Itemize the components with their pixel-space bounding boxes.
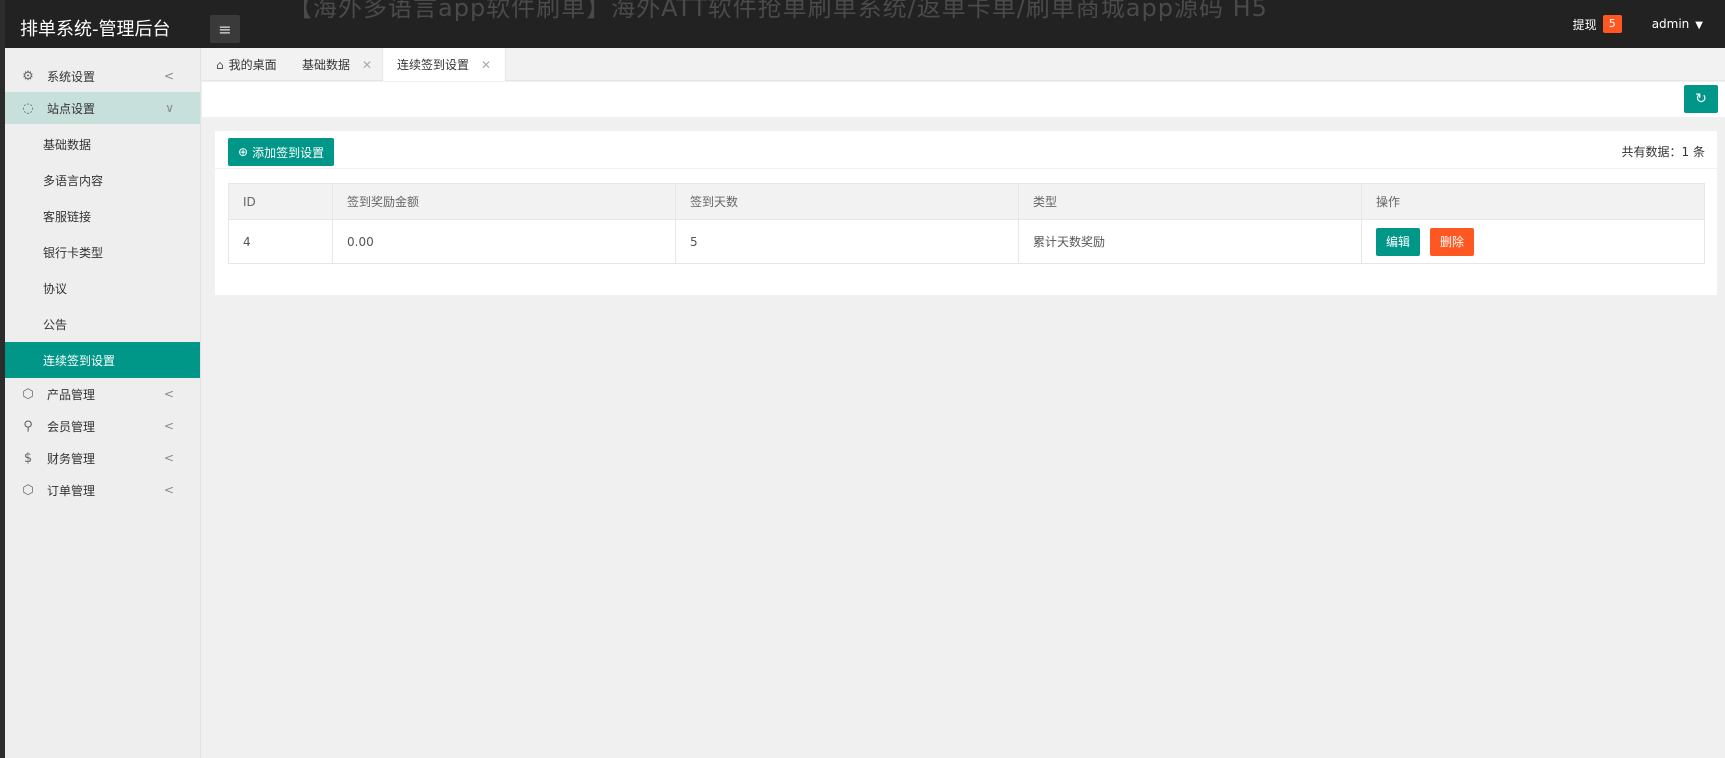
add-button-label: 添加签到设置 bbox=[252, 145, 325, 160]
sidebar-item-label: 银行卡类型 bbox=[43, 245, 104, 260]
withdraw-link[interactable]: 提现 5 bbox=[1573, 15, 1622, 33]
sidebar-group-label: 站点设置 bbox=[47, 101, 96, 116]
sidebar-group-products[interactable]: ⬡ 产品管理 < bbox=[5, 378, 200, 410]
table-header-row: ID 签到奖励金额 签到天数 类型 操作 bbox=[228, 183, 1705, 220]
sidebar-group-label: 订单管理 bbox=[47, 483, 96, 498]
sidebar-item-label: 公告 bbox=[43, 317, 68, 332]
user-name: admin bbox=[1651, 17, 1690, 31]
sidebar-item-notice[interactable]: 公告 bbox=[5, 306, 200, 342]
top-header: 【海外多语言app软件刷单】海外ATT软件抢单刷单系统/返单卡单/刷单商城app… bbox=[5, 0, 1725, 48]
sidebar-group-system[interactable]: ⚙ 系统设置 < bbox=[5, 60, 200, 92]
cell-days: 5 bbox=[675, 219, 1019, 264]
close-icon[interactable]: ✕ bbox=[481, 58, 491, 72]
refresh-button[interactable]: ↻ bbox=[1684, 85, 1718, 113]
tab-bar: ⌂ 我的桌面 基础数据 ✕ 连续签到设置 ✕ bbox=[202, 48, 1725, 81]
sidebar-group-site[interactable]: ◌ 站点设置 ∨ bbox=[5, 92, 200, 124]
user-icon: ⚲ bbox=[23, 418, 33, 434]
sidebar-item-basic-data[interactable]: 基础数据 bbox=[5, 126, 200, 162]
column-header-amount: 签到奖励金额 bbox=[332, 183, 676, 220]
box-icon: ⬡ bbox=[22, 386, 34, 402]
cell-id: 4 bbox=[228, 219, 333, 264]
sidebar-item-label: 多语言内容 bbox=[43, 173, 104, 188]
delete-button[interactable]: 删除 bbox=[1430, 227, 1475, 256]
gear-icon: ⚙ bbox=[22, 68, 34, 84]
cell-amount: 0.00 bbox=[332, 219, 676, 264]
tab-basic-data[interactable]: 基础数据 ✕ bbox=[288, 48, 386, 81]
checkin-table: ID 签到奖励金额 签到天数 类型 操作 4 0.00 5 累计天数奖励 编辑删… bbox=[228, 183, 1705, 264]
withdraw-count-badge: 5 bbox=[1602, 15, 1622, 33]
box-icon: ⬡ bbox=[22, 482, 34, 498]
dollar-icon: $ bbox=[23, 450, 33, 466]
overlay-banner-text: 【海外多语言app软件刷单】海外ATT软件抢单刷单系统/返单卡单/刷单商城app… bbox=[288, 0, 1268, 22]
cell-type: 累计天数奖励 bbox=[1018, 219, 1362, 264]
total-count: 共有数据：1 条 bbox=[1621, 145, 1705, 159]
column-header-days: 签到天数 bbox=[675, 183, 1019, 220]
sidebar-item-label: 基础数据 bbox=[43, 137, 92, 152]
tab-label: 基础数据 bbox=[302, 58, 351, 72]
tab-checkin-settings[interactable]: 连续签到设置 ✕ bbox=[382, 48, 507, 81]
column-header-actions: 操作 bbox=[1361, 183, 1705, 220]
site-icon: ◌ bbox=[22, 100, 34, 116]
tab-home[interactable]: ⌂ 我的桌面 bbox=[202, 48, 291, 81]
caret-down-icon: ▼ bbox=[1695, 20, 1703, 31]
sidebar-item-label: 客服链接 bbox=[43, 209, 92, 224]
sidebar-group-orders[interactable]: ⬡ 订单管理 < bbox=[5, 474, 200, 506]
home-icon: ⌂ bbox=[216, 57, 224, 72]
sidebar-group-finance[interactable]: $ 财务管理 < bbox=[5, 442, 200, 474]
header-right: 提现 5 admin ▼ bbox=[1573, 0, 1725, 48]
hamburger-icon[interactable]: ≡ bbox=[210, 15, 240, 43]
chevron-left-icon: < bbox=[163, 387, 174, 401]
refresh-icon: ↻ bbox=[1695, 91, 1707, 107]
toolbar-strip: ↻ bbox=[202, 82, 1725, 117]
sidebar-item-agreement[interactable]: 协议 bbox=[5, 270, 200, 306]
edit-button[interactable]: 编辑 bbox=[1376, 227, 1421, 256]
table-row: 4 0.00 5 累计天数奖励 编辑 删除 bbox=[228, 219, 1705, 264]
brand-title: 排单系统-管理后台 bbox=[20, 19, 171, 40]
plus-circle-icon: ⊕ bbox=[238, 145, 249, 159]
sidebar: ⚙ 系统设置 < ◌ 站点设置 ∨ 基础数据 多语言内容 客服链接 银行卡类型 … bbox=[5, 48, 201, 758]
tab-label: 连续签到设置 bbox=[397, 58, 470, 72]
sidebar-group-label: 产品管理 bbox=[47, 387, 96, 402]
withdraw-label: 提现 bbox=[1572, 17, 1597, 32]
cell-actions: 编辑 删除 bbox=[1361, 219, 1705, 264]
sidebar-item-bank-card-type[interactable]: 银行卡类型 bbox=[5, 234, 200, 270]
chevron-left-icon: < bbox=[163, 451, 174, 465]
chevron-left-icon: < bbox=[163, 69, 174, 83]
column-header-type: 类型 bbox=[1018, 183, 1362, 220]
content-card: ⊕ 添加签到设置 共有数据：1 条 ID 签到奖励金额 签到天数 类型 操作 4… bbox=[215, 131, 1717, 295]
sidebar-item-multilang[interactable]: 多语言内容 bbox=[5, 162, 200, 198]
add-checkin-button[interactable]: ⊕ 添加签到设置 bbox=[228, 138, 335, 166]
close-icon[interactable]: ✕ bbox=[362, 58, 372, 72]
sidebar-item-label: 连续签到设置 bbox=[43, 353, 116, 368]
column-header-id: ID bbox=[228, 183, 333, 220]
sidebar-item-label: 协议 bbox=[43, 281, 68, 296]
user-menu[interactable]: admin ▼ bbox=[1652, 17, 1703, 31]
chevron-left-icon: < bbox=[163, 483, 174, 497]
sidebar-group-label: 会员管理 bbox=[47, 419, 96, 434]
sidebar-group-label: 系统设置 bbox=[47, 69, 96, 84]
tab-label: 我的桌面 bbox=[228, 58, 277, 72]
chevron-down-icon: ∨ bbox=[165, 101, 174, 115]
sidebar-item-checkin-settings[interactable]: 连续签到设置 bbox=[5, 342, 200, 378]
chevron-left-icon: < bbox=[163, 419, 174, 433]
sidebar-group-label: 财务管理 bbox=[47, 451, 96, 466]
card-header: ⊕ 添加签到设置 共有数据：1 条 bbox=[215, 131, 1717, 169]
sidebar-item-service-link[interactable]: 客服链接 bbox=[5, 198, 200, 234]
sidebar-group-members[interactable]: ⚲ 会员管理 < bbox=[5, 410, 200, 442]
